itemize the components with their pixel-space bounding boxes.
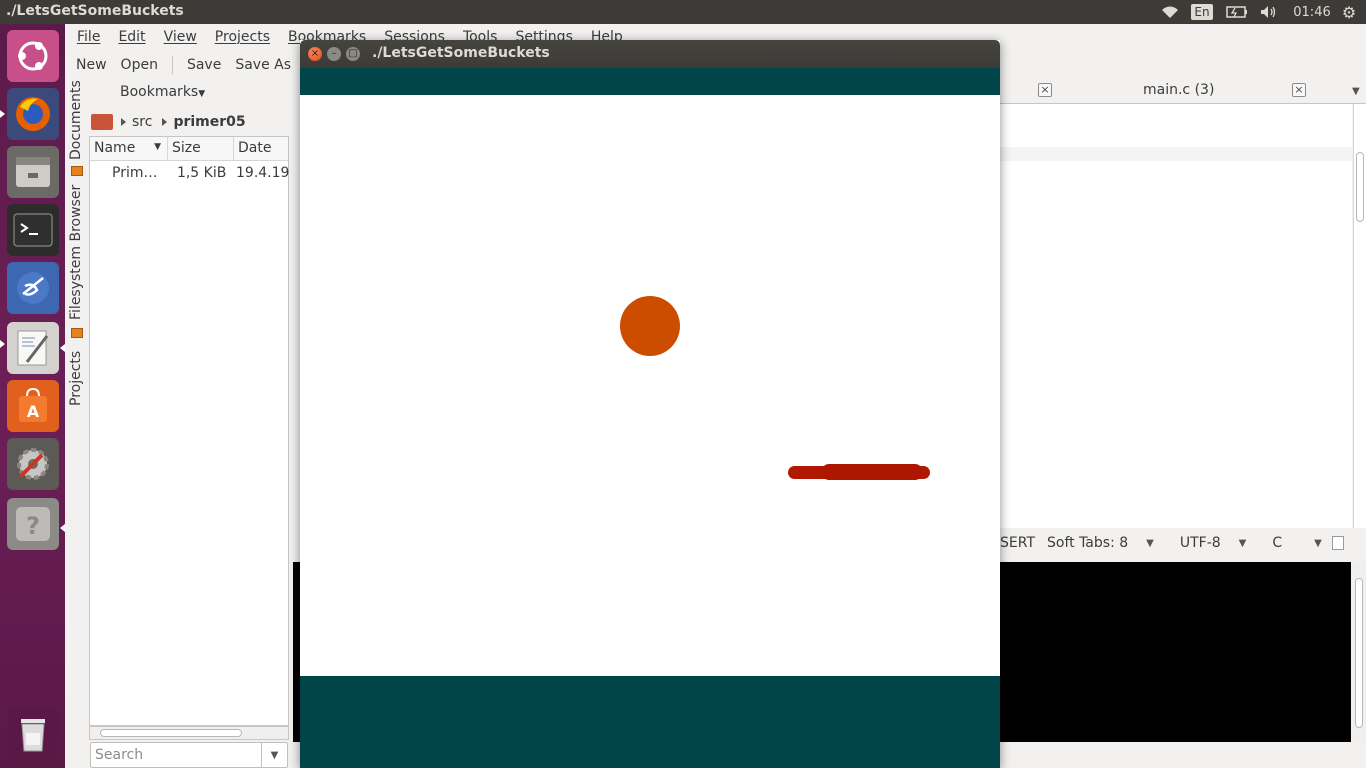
file-list-header: Name ▼ Size Date	[90, 137, 288, 161]
file-browser-panel: Bookmarks▼ src primer05 Name ▼ Size Date …	[89, 80, 289, 768]
game-window: × – □ ./LetsGetSomeBuckets	[300, 40, 1000, 768]
file-list: Name ▼ Size Date Prim… 1,5 KiB 19.4.19	[89, 136, 289, 726]
path-segment-current[interactable]: primer05	[173, 114, 245, 130]
scrollbar-thumb[interactable]	[100, 729, 242, 737]
menu-file[interactable]: File	[77, 29, 100, 45]
menu-edit[interactable]: Edit	[118, 29, 145, 45]
chevron-down-icon: ▼	[198, 89, 206, 99]
home-folder-icon[interactable]	[91, 114, 113, 130]
document-icon	[1331, 536, 1344, 550]
path-arrow-icon	[121, 118, 126, 126]
menu-projects[interactable]: Projects	[215, 29, 270, 45]
clock[interactable]: 01:46	[1290, 0, 1334, 24]
files-icon[interactable]	[7, 146, 59, 198]
chevron-down-icon[interactable]: ▼	[261, 743, 287, 767]
encoding[interactable]: UTF-8	[1180, 535, 1221, 551]
path-segment-src[interactable]: src	[132, 114, 152, 130]
column-date[interactable]: Date	[234, 137, 288, 160]
sort-arrow-icon: ▼	[154, 142, 161, 152]
chevron-down-icon[interactable]: ▼	[1146, 538, 1154, 549]
help-icon[interactable]: ?	[7, 498, 59, 550]
toolbar-separator	[171, 56, 173, 74]
minimize-icon[interactable]: –	[327, 47, 341, 61]
current-line-highlight	[1000, 147, 1352, 161]
running-indicator	[0, 110, 5, 118]
file-type[interactable]: C	[1272, 535, 1282, 551]
software-center-icon[interactable]: A	[7, 380, 59, 432]
save-as-button[interactable]: Save As	[235, 57, 291, 73]
wifi-icon[interactable]	[1158, 0, 1182, 24]
close-icon[interactable]: ×	[1292, 83, 1306, 97]
column-size[interactable]: Size	[168, 137, 234, 160]
ball	[620, 296, 680, 356]
top-panel: ./LetsGetSomeBuckets En 01:46 ⚙	[0, 0, 1366, 24]
save-button[interactable]: Save	[187, 57, 221, 73]
game-top-band	[300, 68, 1000, 95]
terminal-panel[interactable]	[1000, 562, 1351, 742]
message-window-strip	[293, 562, 300, 742]
svg-text:?: ?	[26, 512, 40, 540]
system-settings-icon[interactable]	[7, 438, 59, 490]
text-editor-icon[interactable]	[7, 322, 59, 374]
battery-icon[interactable]	[1224, 0, 1250, 24]
vertical-scrollbar[interactable]	[1353, 104, 1366, 528]
scrollbar-thumb[interactable]	[1356, 152, 1364, 222]
search-input[interactable]: Search ▼	[90, 742, 288, 768]
file-row[interactable]: Prim… 1,5 KiB 19.4.19	[90, 161, 290, 185]
tab-filesystem-browser[interactable]: Filesystem Browser	[68, 185, 84, 320]
gear-icon[interactable]: ⚙	[1336, 0, 1362, 24]
file-size: 1,5 KiB	[176, 165, 227, 181]
file-name: Prim…	[112, 165, 158, 181]
file-date: 19.4.19	[236, 165, 290, 181]
status-bar: SERT Soft Tabs: 8 ▼ UTF-8 ▼ C ▼	[1000, 530, 1366, 556]
game-field[interactable]	[300, 95, 1000, 676]
path-arrow-icon	[162, 118, 168, 126]
chevron-down-icon[interactable]: ▼	[1239, 538, 1247, 549]
volume-icon[interactable]	[1257, 0, 1281, 24]
launcher: A ?	[0, 24, 65, 768]
bookmarks-dropdown[interactable]: Bookmarks▼	[120, 84, 205, 100]
active-window-title: ./LetsGetSomeBuckets	[6, 3, 184, 19]
paddle-highlight	[822, 464, 922, 480]
firefox-icon[interactable]	[7, 88, 59, 140]
toolbar: New Open Save Save As	[65, 52, 305, 78]
folder-icon	[71, 328, 83, 338]
horizontal-scrollbar[interactable]	[89, 726, 289, 740]
scrollbar-thumb[interactable]	[1355, 578, 1363, 728]
window-title: ./LetsGetSomeBuckets	[372, 45, 550, 61]
vertical-scrollbar[interactable]	[1353, 562, 1366, 742]
open-button[interactable]: Open	[121, 57, 158, 73]
tab-projects[interactable]: Projects	[68, 351, 84, 406]
geany-icon[interactable]	[7, 262, 59, 314]
path-bar: src primer05	[89, 110, 256, 134]
indent-mode[interactable]: Soft Tabs: 8	[1047, 535, 1128, 551]
menu-view[interactable]: View	[164, 29, 197, 45]
close-icon[interactable]: ×	[308, 47, 322, 61]
column-name[interactable]: Name ▼	[90, 137, 168, 160]
running-indicator	[0, 340, 5, 348]
chevron-down-icon[interactable]: ▼	[1314, 538, 1322, 549]
trash-icon[interactable]	[7, 708, 59, 760]
sidebar-tabs: Documents Filesystem Browser Projects	[65, 80, 89, 410]
editor-tab-bar: × main.c (3) ×	[1000, 78, 1366, 104]
insert-mode: SERT	[1000, 535, 1035, 551]
tab-documents[interactable]: Documents	[68, 80, 84, 160]
terminal-icon[interactable]	[7, 204, 59, 256]
game-bottom-band	[300, 676, 1000, 768]
window-titlebar[interactable]: × – □ ./LetsGetSomeBuckets	[300, 40, 1000, 68]
close-icon[interactable]: ×	[1038, 83, 1052, 97]
folder-icon	[71, 166, 83, 176]
maximize-icon[interactable]: □	[346, 47, 360, 61]
ubuntu-dash-icon[interactable]	[7, 30, 59, 82]
code-editor[interactable]	[1000, 104, 1352, 528]
new-button[interactable]: New	[76, 57, 107, 73]
svg-text:A: A	[27, 402, 40, 421]
keyboard-layout-indicator[interactable]: En	[1190, 0, 1214, 24]
tab-main-c[interactable]: main.c (3)	[1143, 82, 1214, 98]
chevron-down-icon[interactable]: ▼	[1352, 86, 1360, 97]
